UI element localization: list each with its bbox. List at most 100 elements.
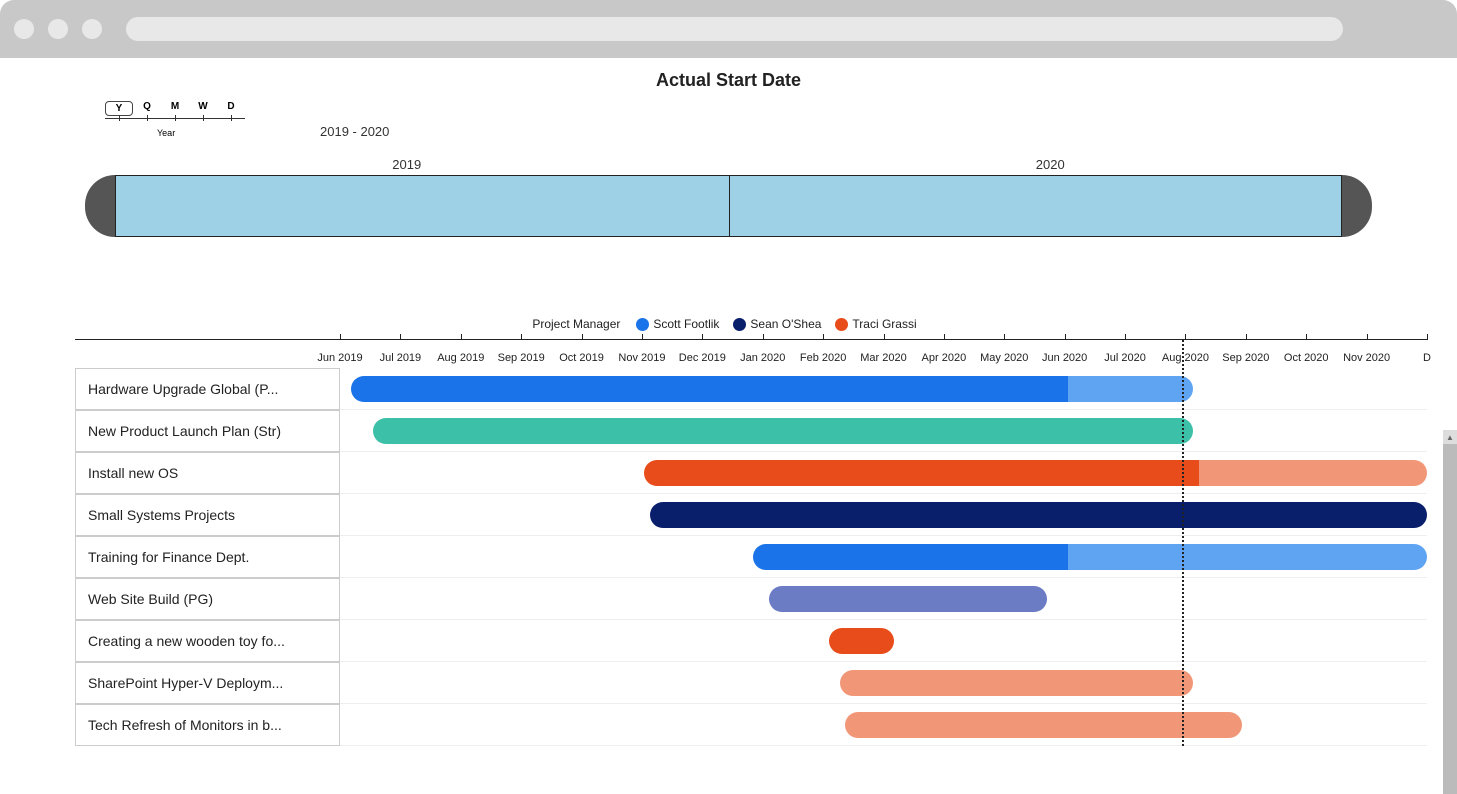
gantt-bar[interactable] (829, 628, 894, 654)
row-label[interactable]: Hardware Upgrade Global (P... (75, 368, 340, 410)
axis-tick (642, 334, 643, 340)
granularity-day[interactable]: D (217, 101, 245, 112)
axis-tick (1125, 334, 1126, 340)
slider-year-divider (729, 176, 731, 236)
row-bars (340, 620, 1427, 662)
row-label[interactable]: Creating a new wooden toy fo... (75, 620, 340, 662)
vertical-scrollbar[interactable]: ▲ (1443, 430, 1457, 746)
gantt-bar[interactable] (769, 586, 1046, 612)
gantt-bar[interactable] (373, 418, 1194, 444)
axis-tick (582, 334, 583, 340)
year-slider[interactable] (85, 175, 1372, 237)
row-label[interactable]: Small Systems Projects (75, 494, 340, 536)
axis-label: Dec 2019 (679, 352, 726, 364)
row-bars (340, 578, 1427, 620)
axis-label: Jun 2019 (317, 352, 362, 364)
row-label[interactable]: Tech Refresh of Monitors in b... (75, 704, 340, 746)
gantt-row: Creating a new wooden toy fo... (75, 620, 1427, 662)
gantt-row: Install new OS (75, 452, 1427, 494)
gantt-bar[interactable] (1068, 376, 1193, 402)
legend-item[interactable]: Scott Footlik (636, 317, 719, 331)
gantt-row: Training for Finance Dept. (75, 536, 1427, 578)
row-bars (340, 494, 1427, 536)
legend-item[interactable]: Sean O'Shea (733, 317, 821, 331)
row-bars (340, 410, 1427, 452)
gantt-bar[interactable] (753, 544, 1068, 570)
row-label[interactable]: New Product Launch Plan (Str) (75, 410, 340, 452)
axis-label: Jul 2020 (1104, 352, 1146, 364)
slider-handle-left[interactable] (85, 175, 115, 237)
axis-label: Mar 2020 (860, 352, 906, 364)
granularity-picker[interactable]: Y Q M W D (105, 101, 1457, 116)
gantt-bar[interactable] (351, 376, 1068, 402)
axis-tick (763, 334, 764, 340)
legend-label: Traci Grassi (852, 317, 916, 331)
axis-tick (1306, 334, 1307, 340)
granularity-month[interactable]: M (161, 101, 189, 112)
axis-label: Apr 2020 (922, 352, 967, 364)
axis-label: Jan 2020 (740, 352, 785, 364)
axis-label: Sep 2020 (1222, 352, 1269, 364)
axis-tick (884, 334, 885, 340)
legend-label: Sean O'Shea (750, 317, 821, 331)
gantt-chart: Jun 2019Jul 2019Aug 2019Sep 2019Oct 2019… (75, 339, 1427, 746)
date-range: 2019 - 2020 (320, 124, 1457, 139)
row-label[interactable]: Web Site Build (PG) (75, 578, 340, 620)
traffic-lights (14, 19, 102, 39)
axis-tick (1004, 334, 1005, 340)
axis-tick (461, 334, 462, 340)
minimize-icon[interactable] (48, 19, 68, 39)
year-slider-labels: 2019 2020 (85, 157, 1372, 175)
content: Actual Start Date Y Q M W D Year 2019 - … (0, 58, 1457, 746)
axis-tick (521, 334, 522, 340)
address-bar[interactable] (126, 17, 1343, 41)
gantt-bar[interactable] (644, 460, 1198, 486)
row-label[interactable]: SharePoint Hyper-V Deploym... (75, 662, 340, 704)
gantt-bar[interactable] (840, 670, 1193, 696)
axis-label: Feb 2020 (800, 352, 846, 364)
axis-tick (1427, 334, 1428, 340)
granularity-week[interactable]: W (189, 101, 217, 112)
axis-label: D (1423, 352, 1431, 364)
scroll-up-icon[interactable]: ▲ (1443, 430, 1457, 444)
row-label[interactable]: Training for Finance Dept. (75, 536, 340, 578)
axis-tick (702, 334, 703, 340)
legend-swatch-icon (835, 318, 848, 331)
axis-tick (944, 334, 945, 340)
slider-handle-right[interactable] (1342, 175, 1372, 237)
gantt-bar[interactable] (1199, 460, 1427, 486)
close-icon[interactable] (14, 19, 34, 39)
row-label[interactable]: Install new OS (75, 452, 340, 494)
axis-label: Aug 2020 (1162, 352, 1209, 364)
axis-label: May 2020 (980, 352, 1028, 364)
axis-tick (400, 334, 401, 340)
year-label-2019: 2019 (392, 157, 421, 172)
legend: Project Manager Scott Footlik Sean O'She… (0, 317, 1457, 331)
axis-tick (340, 334, 341, 340)
row-bars (340, 704, 1427, 746)
gantt-body: Hardware Upgrade Global (P...New Product… (75, 368, 1427, 746)
legend-swatch-icon (733, 318, 746, 331)
gantt-bar[interactable] (650, 502, 1427, 528)
slider-track[interactable] (115, 175, 1342, 237)
axis-tick (823, 334, 824, 340)
row-bars (340, 662, 1427, 704)
row-bars (340, 452, 1427, 494)
gantt-bar[interactable] (1068, 544, 1427, 570)
browser-chrome (0, 0, 1457, 58)
gantt-row: SharePoint Hyper-V Deploym... (75, 662, 1427, 704)
today-line (1182, 340, 1184, 746)
gantt-row: Web Site Build (PG) (75, 578, 1427, 620)
gantt-row: Hardware Upgrade Global (P... (75, 368, 1427, 410)
axis-label: Jun 2020 (1042, 352, 1087, 364)
maximize-icon[interactable] (82, 19, 102, 39)
granularity-quarter[interactable]: Q (133, 101, 161, 112)
gantt-row: New Product Launch Plan (Str) (75, 410, 1427, 452)
axis-tick (1246, 334, 1247, 340)
scrollbar-thumb[interactable] (1443, 444, 1457, 794)
timeline-axis: Jun 2019Jul 2019Aug 2019Sep 2019Oct 2019… (340, 340, 1427, 368)
granularity-year[interactable]: Y (105, 101, 133, 116)
row-bars (340, 536, 1427, 578)
page-title: Actual Start Date (0, 70, 1457, 91)
legend-item[interactable]: Traci Grassi (835, 317, 916, 331)
